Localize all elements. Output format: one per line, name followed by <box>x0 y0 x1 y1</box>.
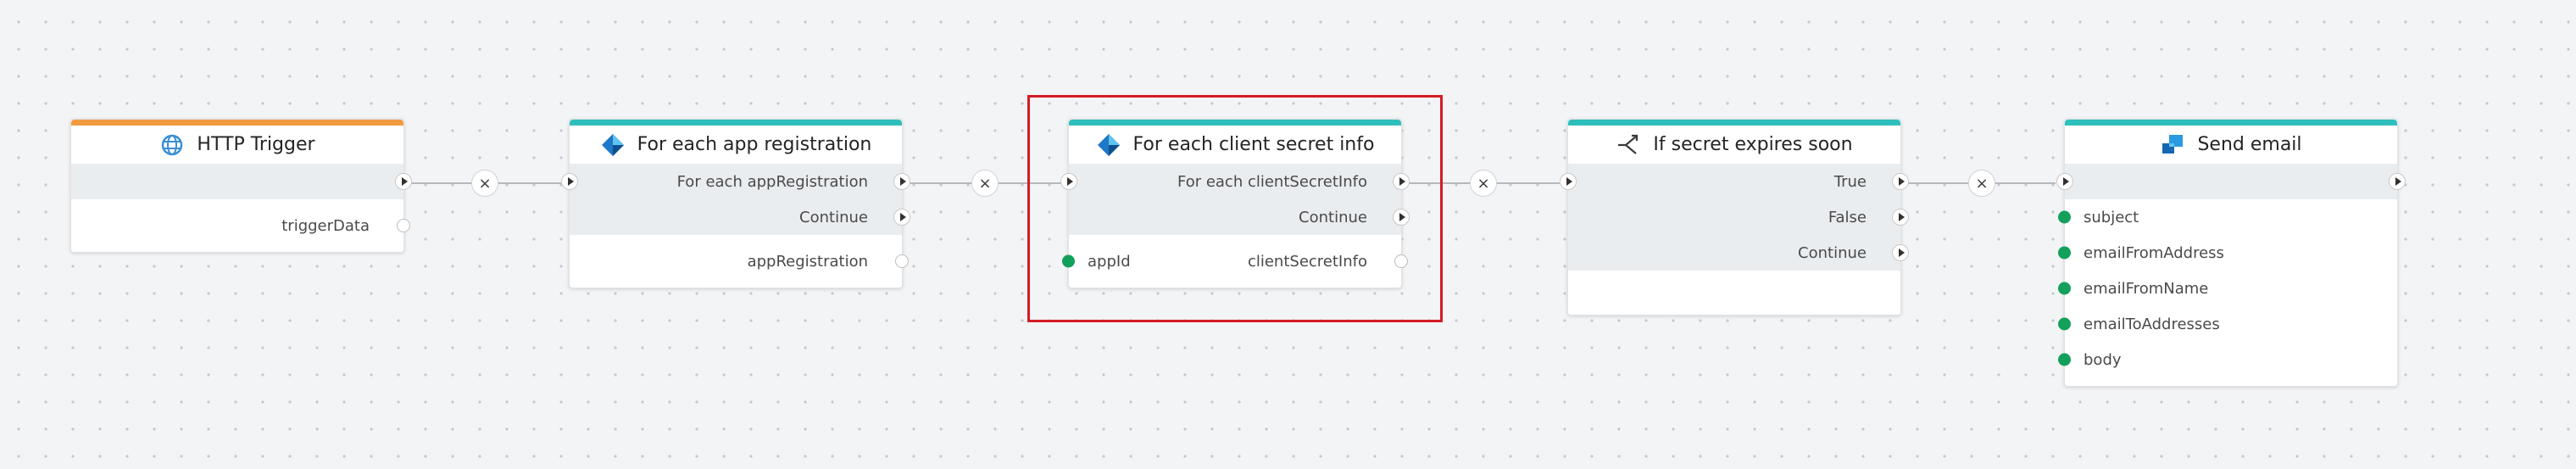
input-pin[interactable] <box>2058 210 2071 224</box>
flow-output-label: True <box>1833 172 1867 191</box>
flow-output-row: Continue <box>570 199 910 235</box>
node-title: For each app registration <box>637 134 872 155</box>
flow-input-pin[interactable] <box>1560 173 1577 190</box>
flow-output-row: True <box>1560 164 1909 199</box>
flow-input-pin[interactable] <box>1060 173 1077 190</box>
input-pin[interactable] <box>2058 282 2071 295</box>
flow-output-pin[interactable] <box>893 209 910 226</box>
input-label: emailToAddresses <box>2084 315 2220 333</box>
node-if-secret-expires-soon[interactable]: If secret expires soon True False Contin… <box>1560 119 1909 315</box>
node-for-each-app-registration[interactable]: For each app registration For each appRe… <box>561 119 910 288</box>
close-icon: × <box>478 174 492 193</box>
node-header[interactable]: Send email <box>2065 126 2397 164</box>
node-accent-bar <box>2065 120 2397 126</box>
input-row: emailFromAddress <box>2058 235 2397 271</box>
close-icon: × <box>1975 174 1989 193</box>
remove-connection-button[interactable]: × <box>1470 170 1497 197</box>
input-label: subject <box>2084 208 2139 226</box>
flow-output-pin[interactable] <box>1892 244 1909 261</box>
input-label: emailFromName <box>2084 279 2209 298</box>
flow-output-row: False <box>1568 199 1909 235</box>
output-label: appRegistration <box>747 252 868 271</box>
flow-output-row: For each clientSecretInfo <box>1060 164 1410 199</box>
output-row: appRegistration <box>570 243 909 279</box>
input-pin[interactable] <box>1062 254 1075 268</box>
input-pin[interactable] <box>2058 246 2071 260</box>
node-header[interactable]: For each client secret info <box>1069 126 1401 164</box>
node-title: If secret expires soon <box>1653 134 1853 155</box>
flow-output-pin[interactable] <box>893 173 910 190</box>
flow-output-pin[interactable] <box>1892 209 1909 226</box>
remove-connection-button[interactable]: × <box>1968 170 1995 197</box>
node-accent-bar <box>1069 120 1401 126</box>
globe-icon <box>159 132 185 158</box>
azure-icon <box>1096 132 1121 158</box>
close-icon: × <box>1477 174 1490 193</box>
flow-output-row: Continue <box>1568 235 1909 271</box>
output-label: triggerData <box>281 216 370 235</box>
node-title: For each client secret info <box>1132 134 1375 155</box>
email-icon <box>2160 132 2185 158</box>
node-accent-bar <box>570 120 902 126</box>
remove-connection-button[interactable]: × <box>971 170 999 197</box>
remove-connection-button[interactable]: × <box>471 170 498 197</box>
flow-output-row <box>71 164 412 199</box>
flow-input-pin[interactable] <box>561 173 578 190</box>
io-row: appId clientSecretInfo <box>1062 243 1408 279</box>
flow-output-label: Continue <box>1798 243 1867 262</box>
input-pin[interactable] <box>2058 317 2071 331</box>
node-title: Send email <box>2197 134 2302 155</box>
flow-output-label: For each appRegistration <box>676 172 868 191</box>
node-header[interactable]: For each app registration <box>570 126 902 164</box>
node-title: HTTP Trigger <box>197 134 315 155</box>
azure-icon <box>600 132 626 158</box>
flow-output-pin[interactable] <box>1393 209 1410 226</box>
flow-output-pin[interactable] <box>1892 173 1909 190</box>
flow-output-pin[interactable] <box>2389 173 2406 190</box>
input-label: emailFromAddress <box>2084 243 2224 262</box>
output-pin[interactable] <box>397 219 410 232</box>
flow-output-label: For each clientSecretInfo <box>1177 172 1367 191</box>
node-header[interactable]: If secret expires soon <box>1568 126 1900 164</box>
node-accent-bar <box>1568 120 1900 126</box>
node-send-email[interactable]: Send email subject emailFromAddress emai… <box>2056 119 2406 387</box>
node-http-trigger[interactable]: HTTP Trigger triggerData <box>70 119 412 253</box>
output-label: clientSecretInfo <box>1247 252 1367 271</box>
flow-output-label: Continue <box>799 208 868 226</box>
flow-output-row: For each appRegistration <box>561 164 910 199</box>
flow-input-pin[interactable] <box>2056 173 2073 190</box>
node-for-each-client-secret-info[interactable]: For each client secret info For each cli… <box>1060 119 1410 288</box>
flow-output-pin[interactable] <box>395 173 412 190</box>
close-icon: × <box>978 174 992 193</box>
flow-output-row <box>2056 164 2406 199</box>
input-label: appId <box>1088 252 1131 271</box>
input-row: emailToAddresses <box>2058 306 2397 342</box>
input-row: emailFromName <box>2058 271 2397 306</box>
flow-output-label: Continue <box>1299 208 1367 226</box>
branch-icon <box>1616 132 1641 158</box>
flow-output-pin[interactable] <box>1393 173 1410 190</box>
node-accent-bar <box>71 120 403 126</box>
output-pin[interactable] <box>895 254 909 268</box>
flow-output-row: Continue <box>1069 199 1410 235</box>
output-row: triggerData <box>71 208 410 243</box>
input-row: subject <box>2058 199 2397 235</box>
input-pin[interactable] <box>2058 353 2071 366</box>
input-label: body <box>2084 350 2122 369</box>
node-header[interactable]: HTTP Trigger <box>71 126 403 164</box>
flow-output-label: False <box>1828 208 1867 226</box>
input-row: body <box>2058 342 2397 377</box>
output-pin[interactable] <box>1394 254 1408 268</box>
